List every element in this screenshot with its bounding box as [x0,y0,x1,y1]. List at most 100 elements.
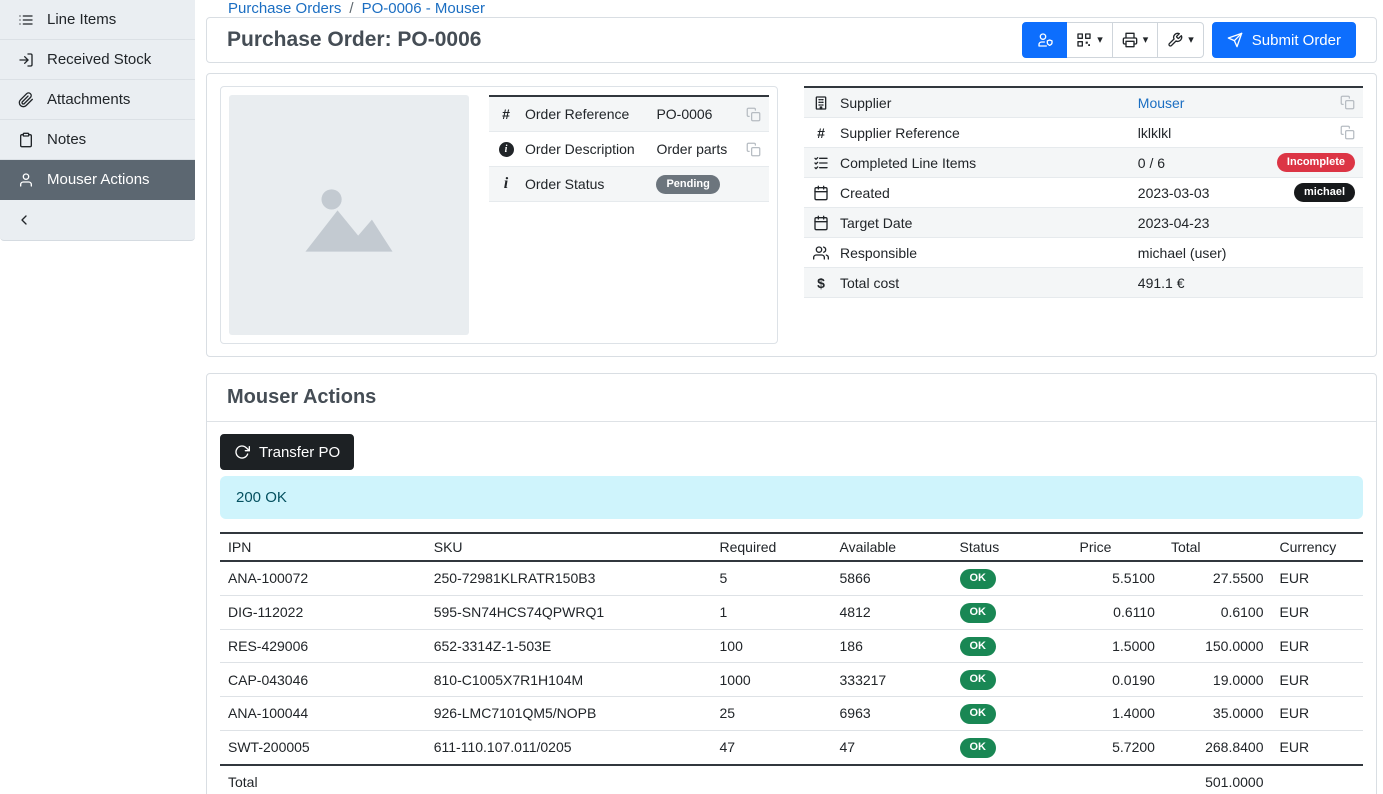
sidebar-item-mouser-actions[interactable]: Mouser Actions [0,160,195,200]
copy-button[interactable] [1340,95,1355,110]
transfer-po-button[interactable]: Transfer PO [220,434,354,470]
sidebar-item-notes[interactable]: Notes [0,120,195,160]
cell-ipn: CAP-043046 [220,663,426,697]
panel-title: Mouser Actions [227,386,1356,409]
cell-status: OK [952,561,1072,595]
cell-required: 1 [712,595,832,629]
table-row: DIG-112022595-SN74HCS74QPWRQ114812OK0.61… [220,595,1363,629]
user-icon [18,172,34,188]
detail-value: 0 / 6 [1138,155,1267,171]
cell-ipn: DIG-112022 [220,595,426,629]
total-spacer [426,765,1163,794]
detail-row-order-status: iOrder StatusPending [489,167,769,202]
parts-table-header: IPNSKURequiredAvailableStatusPriceTotalC… [220,533,1363,561]
breadcrumb: Purchase Orders / PO-0006 - Mouser [206,0,1377,17]
ok-status-badge: OK [960,603,997,623]
detail-label: Completed Line Items [840,155,1128,171]
cell-available: 6963 [832,697,952,731]
sidebar-item-attachments[interactable]: Attachments [0,80,195,120]
mouser-actions-panel: Mouser Actions Transfer PO 200 OK IPNSKU… [206,373,1377,794]
clipboard-icon [18,132,34,148]
breadcrumb-link-current-order[interactable]: PO-0006 - Mouser [362,0,485,17]
sidebar-item-received-stock[interactable]: Received Stock [0,40,195,80]
cell-price: 1.4000 [1072,697,1163,731]
page-title: Purchase Order: PO-0006 [227,28,481,52]
cell-sku: 926-LMC7101QM5/NOPB [426,697,712,731]
sign-in-icon [18,52,34,68]
cell-total: 19.0000 [1163,663,1272,697]
order-status-badge: Pending [656,175,719,195]
order-actions-button[interactable]: ▾ [1157,22,1204,58]
printer-icon [1122,32,1138,48]
user-shield-icon [1037,32,1053,48]
caret-down-icon: ▾ [1143,35,1149,46]
detail-row-total-cost: $Total cost491.1 € [804,268,1363,298]
cell-price: 0.6110 [1072,595,1163,629]
cell-price: 5.7200 [1072,730,1163,764]
cell-sku: 810-C1005X7R1H104M [426,663,712,697]
cell-currency: EUR [1272,730,1363,764]
order-summary-box: #Order ReferencePO-0006iOrder Descriptio… [220,86,778,344]
cell-status: OK [952,629,1072,663]
cell-total: 268.8400 [1163,730,1272,764]
column-header-status: Status [952,533,1072,561]
send-icon [1227,32,1243,48]
users-icon [812,245,830,261]
ok-status-badge: OK [960,738,997,758]
cell-total: 0.6100 [1163,595,1272,629]
column-header-currency: Currency [1272,533,1363,561]
qr-code-icon [1076,32,1092,48]
cell-available: 333217 [832,663,952,697]
list-check-icon [812,155,830,171]
sidebar-item-label: Received Stock [47,51,151,68]
cell-price: 5.5100 [1072,561,1163,595]
breadcrumb-separator: / [349,0,353,17]
order-details-panel: #Order ReferencePO-0006iOrder Descriptio… [206,73,1377,357]
main-content: Purchase Orders / PO-0006 - Mouser Purch… [195,0,1383,794]
cell-status: OK [952,730,1072,764]
cell-total: 150.0000 [1163,629,1272,663]
user-roles-button[interactable] [1022,22,1067,58]
cell-sku: 250-72981KLRATR150B3 [426,561,712,595]
cell-sku: 652-3314Z-1-503E [426,629,712,663]
cell-required: 100 [712,629,832,663]
barcode-actions-button[interactable]: ▾ [1066,22,1113,58]
submit-order-button[interactable]: Submit Order [1212,22,1356,58]
michael-badge: michael [1294,183,1355,203]
table-total-row: Total 501.0000 [220,765,1363,794]
sidebar-item-label: Notes [47,131,86,148]
panel-header: Mouser Actions [207,374,1376,422]
detail-row-order-reference: #Order ReferencePO-0006 [489,97,769,132]
copy-button[interactable] [746,107,761,122]
print-actions-button[interactable]: ▾ [1112,22,1159,58]
sidebar-item-line-items[interactable]: Line Items [0,0,195,40]
caret-down-icon: ▾ [1188,35,1194,46]
status-alert: 200 OK [220,476,1363,519]
cell-available: 5866 [832,561,952,595]
part-thumbnail [229,95,469,335]
incomplete-badge: Incomplete [1277,153,1355,173]
sidebar-item-label: Mouser Actions [47,171,150,188]
detail-label: Order Description [525,141,646,157]
total-currency-spacer [1272,765,1363,794]
column-header-sku: SKU [426,533,712,561]
ok-status-badge: OK [960,704,997,724]
sidebar-collapse-button[interactable] [0,200,195,240]
cell-available: 47 [832,730,952,764]
ok-status-badge: OK [960,637,997,657]
cell-sku: 611-110.107.011/0205 [426,730,712,764]
detail-label: Responsible [840,245,1128,261]
image-placeholder-icon [294,160,404,270]
cell-currency: EUR [1272,663,1363,697]
copy-button[interactable] [746,142,761,157]
breadcrumb-link-purchase-orders[interactable]: Purchase Orders [228,0,341,17]
sidebar-item-label: Attachments [47,91,130,108]
cell-status: OK [952,595,1072,629]
copy-button[interactable] [1340,125,1355,140]
sidebar-nav: Line Items Received Stock Attachments Notes… [0,0,195,200]
header-button-group: ▾ ▾ ▾ [1022,22,1204,58]
detail-value: Mouser [1138,95,1330,111]
detail-value: PO-0006 [656,106,736,122]
cell-required: 47 [712,730,832,764]
supplier-link[interactable]: Mouser [1138,95,1185,111]
